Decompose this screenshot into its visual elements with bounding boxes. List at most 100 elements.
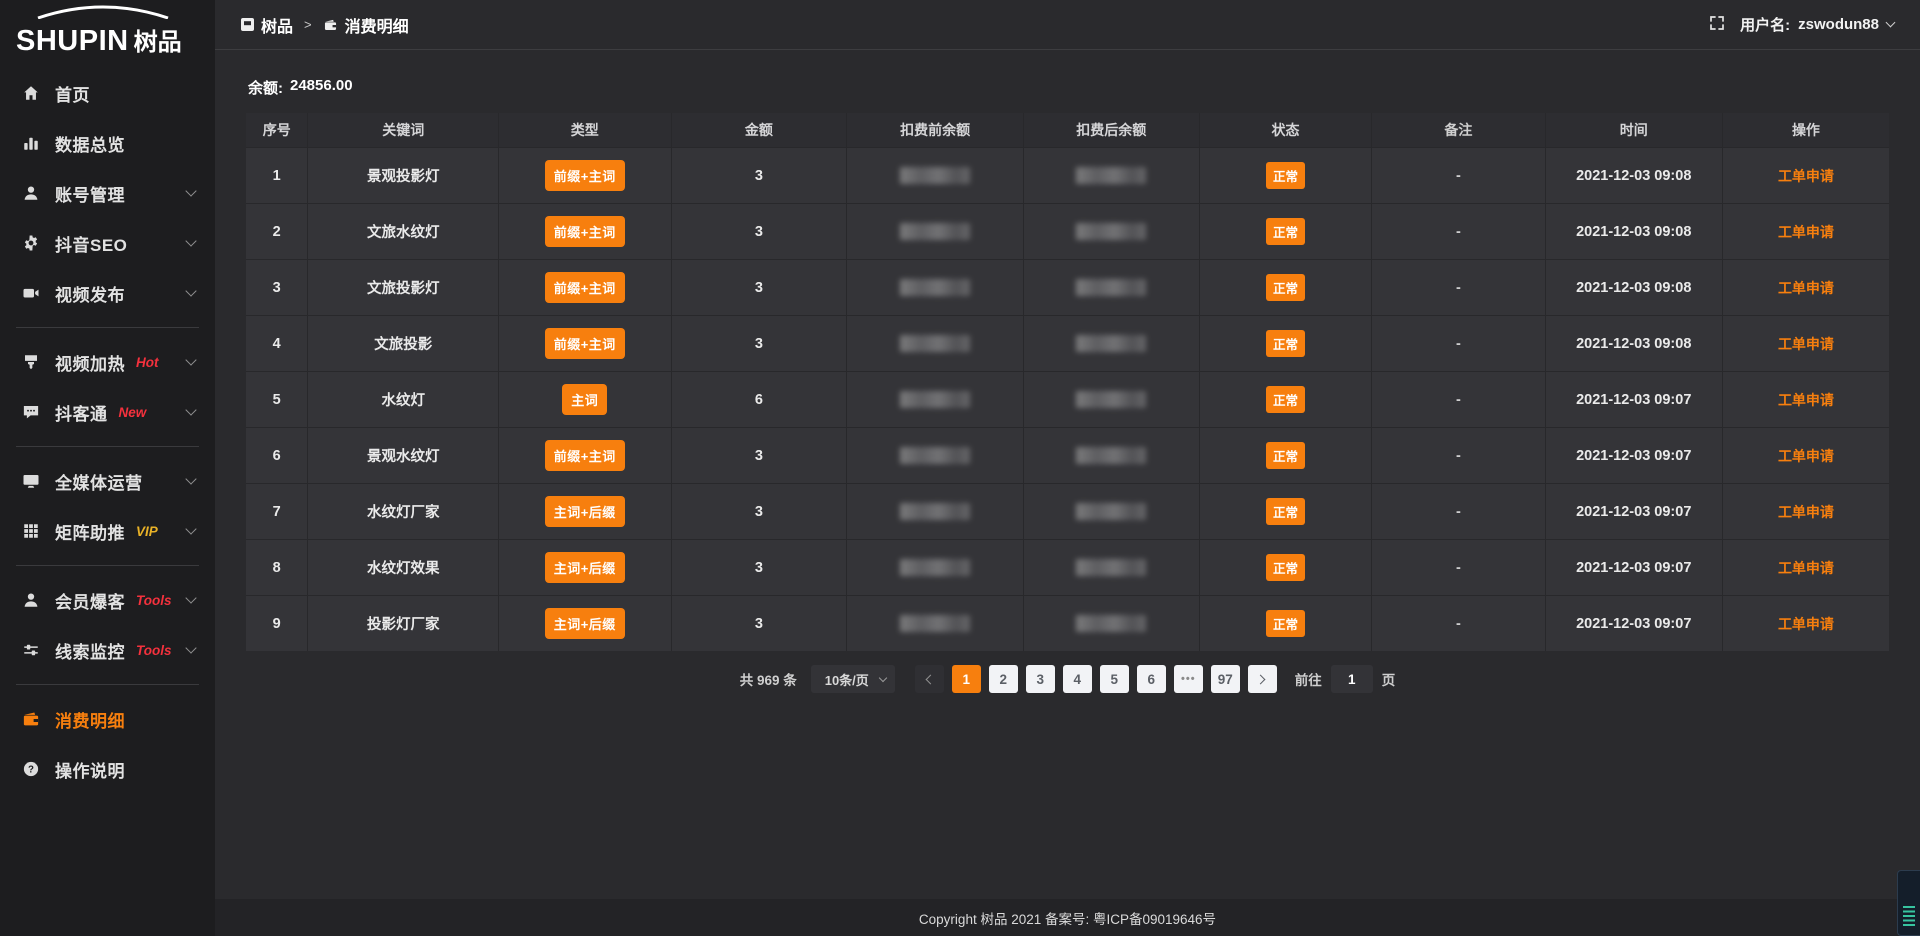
pagination-prev-button[interactable]: [915, 665, 944, 693]
ticket-apply-link[interactable]: 工单申请: [1778, 166, 1834, 186]
cell-index: 1: [246, 148, 308, 203]
redacted-balance-before: [900, 559, 970, 576]
sidebar-item-home[interactable]: 首页: [0, 68, 215, 118]
col-balance-before: 扣费前余额: [847, 113, 1024, 147]
col-type: 类型: [499, 113, 672, 147]
redacted-balance-before: [900, 447, 970, 464]
cell-remark: -: [1372, 372, 1545, 427]
username-label: 用户名:: [1740, 14, 1790, 35]
pagination-page-5[interactable]: 5: [1100, 665, 1129, 693]
cell-index: 5: [246, 372, 308, 427]
grid-icon: [22, 522, 42, 540]
pagination-page-97[interactable]: 97: [1211, 665, 1240, 693]
sidebar-item-data-overview[interactable]: 数据总览: [0, 118, 215, 168]
question-icon: ?: [22, 760, 42, 778]
cell-time: 2021-12-03 09:08: [1546, 260, 1723, 315]
table-row: 7 水纹灯厂家 主词+后缀 3 正常 - 2021-12-03 09:07 工单…: [246, 483, 1889, 539]
cell-amount: 3: [672, 260, 848, 315]
cell-index: 8: [246, 540, 308, 595]
cell-time: 2021-12-03 09:08: [1546, 316, 1723, 371]
cell-time: 2021-12-03 09:07: [1546, 428, 1723, 483]
sidebar-item-video-heat[interactable]: 视频加热 Hot: [0, 337, 215, 387]
ticket-apply-link[interactable]: 工单申请: [1778, 558, 1834, 578]
ticket-apply-link[interactable]: 工单申请: [1778, 390, 1834, 410]
balance-label: 余额:: [248, 77, 283, 98]
pagination-page-4[interactable]: 4: [1063, 665, 1092, 693]
monitor-icon: [22, 472, 42, 490]
sidebar-item-member-baoke[interactable]: 会员爆客 Tools: [0, 575, 215, 625]
logo-arc: [34, 5, 172, 19]
sidebar-item-instructions[interactable]: ? 操作说明: [0, 744, 215, 794]
cell-amount: 3: [672, 428, 848, 483]
pagination-ellipsis[interactable]: •••: [1174, 665, 1203, 693]
ticket-apply-link[interactable]: 工单申请: [1778, 222, 1834, 242]
wallet-icon: [22, 710, 42, 728]
ticket-apply-link[interactable]: 工单申请: [1778, 446, 1834, 466]
sidebar: SHUPIN 树品 首页 数据总览 账号管理 抖音SEO 视频发布: [0, 0, 215, 936]
sidebar-item-video-publish[interactable]: 视频发布: [0, 268, 215, 318]
cell-amount: 6: [672, 372, 848, 427]
sidebar-item-lead-monitor[interactable]: 线索监控 Tools: [0, 625, 215, 675]
chevron-down-icon: [185, 642, 196, 653]
user-menu[interactable]: 用户名: zswodun88: [1740, 14, 1894, 35]
redacted-balance-before: [900, 391, 970, 408]
breadcrumb-item-current[interactable]: 消费明细: [323, 13, 409, 37]
sidebar-item-doukowtong[interactable]: 抖客通 New: [0, 387, 215, 437]
sidebar-item-account[interactable]: 账号管理: [0, 168, 215, 218]
redacted-balance-before: [900, 335, 970, 352]
topbar-right: 用户名: zswodun88: [1709, 14, 1894, 35]
sidebar-item-douyin-seo[interactable]: 抖音SEO: [0, 218, 215, 268]
redacted-balance-after: [1076, 503, 1146, 520]
sidebar-item-label: 线索监控: [55, 638, 125, 663]
copyright-text: Copyright 树品 2021 备案号: 粤ICP备09019646号: [919, 908, 1216, 928]
ticket-apply-link[interactable]: 工单申请: [1778, 502, 1834, 522]
ticket-apply-link[interactable]: 工单申请: [1778, 278, 1834, 298]
chevron-down-icon: [185, 235, 196, 246]
goto-page: 前往 页: [1295, 665, 1396, 693]
table-row: 4 文旅投影 前缀+主词 3 正常 - 2021-12-03 09:08 工单申…: [246, 315, 1889, 371]
cell-time: 2021-12-03 09:07: [1546, 596, 1723, 651]
page-size-select[interactable]: 10条/页: [811, 665, 895, 693]
pagination-next-button[interactable]: [1248, 665, 1277, 693]
cell-remark: -: [1372, 596, 1545, 651]
table-row: 9 投影灯厂家 主词+后缀 3 正常 - 2021-12-03 09:07 工单…: [246, 595, 1889, 651]
cell-remark: -: [1372, 316, 1545, 371]
sidebar-item-label: 消费明细: [55, 707, 125, 732]
sidebar-divider: [16, 565, 199, 566]
user-icon: [22, 591, 42, 609]
cell-keyword: 投影灯厂家: [308, 596, 499, 651]
pagination-page-3[interactable]: 3: [1026, 665, 1055, 693]
sidebar-item-label: 会员爆客: [55, 588, 125, 613]
redacted-balance-before: [900, 223, 970, 240]
ticket-apply-link[interactable]: 工单申请: [1778, 614, 1834, 634]
logo-text-en: SHUPIN: [16, 25, 129, 58]
comment-icon: [22, 403, 42, 421]
cell-amount: 3: [672, 148, 848, 203]
col-operation: 操作: [1723, 113, 1889, 147]
ticket-apply-link[interactable]: 工单申请: [1778, 334, 1834, 354]
cell-amount: 3: [672, 316, 848, 371]
col-index: 序号: [246, 113, 308, 147]
prev-icon: [926, 674, 936, 684]
sidebar-item-media-ops[interactable]: 全媒体运营: [0, 456, 215, 506]
goto-page-input[interactable]: [1331, 665, 1373, 693]
cell-remark: -: [1372, 428, 1545, 483]
type-badge: 主词+后缀: [545, 552, 625, 583]
fullscreen-icon[interactable]: [1709, 15, 1725, 35]
pagination-page-6[interactable]: 6: [1137, 665, 1166, 693]
breadcrumb-item-home[interactable]: 树品: [241, 13, 293, 37]
sidebar-item-consume-detail[interactable]: 消费明细: [0, 694, 215, 744]
floating-contact-widget[interactable]: [1897, 870, 1920, 936]
pagination-page-1[interactable]: 1: [952, 665, 981, 693]
balance-value: 24856.00: [290, 77, 353, 98]
sidebar-item-matrix-boost[interactable]: 矩阵助推 VIP: [0, 506, 215, 556]
table-row: 1 景观投影灯 前缀+主词 3 正常 - 2021-12-03 09:08 工单…: [246, 147, 1889, 203]
status-badge: 正常: [1266, 218, 1305, 245]
status-badge: 正常: [1266, 610, 1305, 637]
pagination-page-2[interactable]: 2: [989, 665, 1018, 693]
status-badge: 正常: [1266, 386, 1305, 413]
cell-time: 2021-12-03 09:08: [1546, 148, 1723, 203]
type-badge: 前缀+主词: [545, 440, 625, 471]
topbar: 树品 > 消费明细 用户名: zswodun88: [215, 0, 1920, 50]
redacted-balance-before: [900, 503, 970, 520]
